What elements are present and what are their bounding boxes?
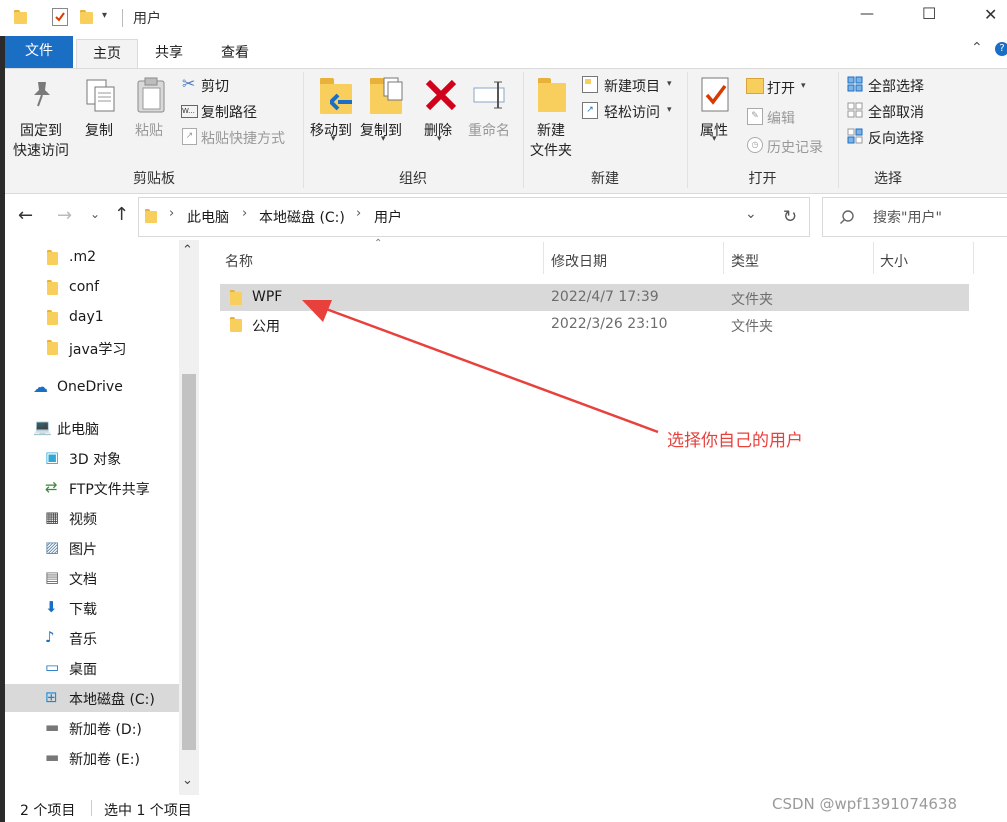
selected-count: 选中 1 个项目 — [104, 803, 192, 819]
status-divider — [91, 800, 92, 816]
status-bar: 2 个项目 选中 1 个项目 CSDN @wpf1391074638 — [5, 795, 1007, 822]
watermark: CSDN @wpf1391074638 — [772, 795, 958, 813]
item-count: 2 个项目 — [20, 803, 76, 819]
annotation-arrow — [302, 300, 659, 434]
annotation-text: 选择你自己的用户 — [667, 431, 803, 451]
